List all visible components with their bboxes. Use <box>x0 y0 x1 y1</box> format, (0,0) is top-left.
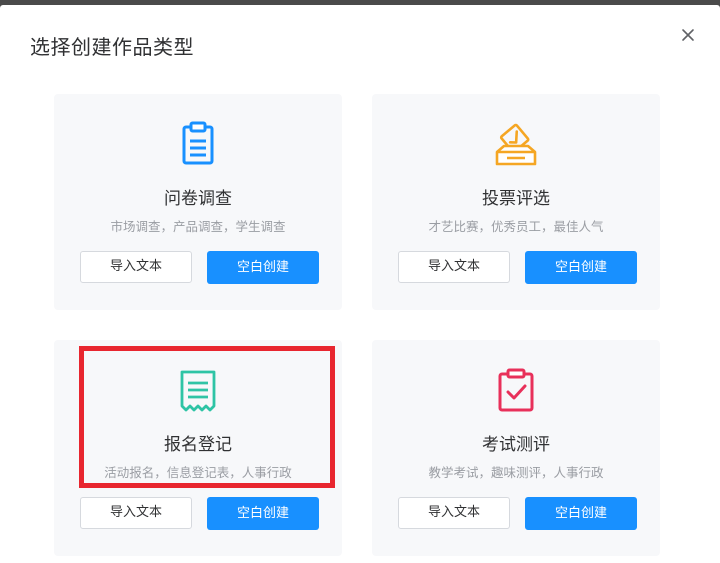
create-type-dialog: 选择创建作品类型 问卷调查 市场调查，产品调查，学生调查 导入文本 空白创建 投… <box>0 5 720 563</box>
blank-create-button[interactable]: 空白创建 <box>525 497 637 530</box>
card-title: 投票评选 <box>482 189 550 209</box>
card-description: 市场调查，产品调查，学生调查 <box>110 219 286 234</box>
import-text-button[interactable]: 导入文本 <box>398 251 510 283</box>
import-text-button[interactable]: 导入文本 <box>80 251 192 283</box>
card-vote[interactable]: 投票评选 才艺比赛，优秀员工，最佳人气 导入文本 空白创建 <box>372 94 660 310</box>
card-survey[interactable]: 问卷调查 市场调查，产品调查，学生调查 导入文本 空白创建 <box>54 94 342 310</box>
card-description: 才艺比赛，优秀员工，最佳人气 <box>428 219 604 234</box>
import-text-button[interactable]: 导入文本 <box>80 497 192 529</box>
import-text-button[interactable]: 导入文本 <box>398 497 510 529</box>
blank-create-button[interactable]: 空白创建 <box>207 251 319 284</box>
blank-create-button[interactable]: 空白创建 <box>207 497 319 530</box>
card-registration[interactable]: 报名登记 活动报名，信息登记表，人事行政 导入文本 空白创建 <box>54 340 342 556</box>
card-title: 考试测评 <box>482 435 550 455</box>
clipboard-check-icon <box>494 366 538 414</box>
ballot-box-icon <box>494 120 538 168</box>
card-title: 报名登记 <box>164 435 232 455</box>
clipboard-list-icon <box>176 120 220 168</box>
blank-create-button[interactable]: 空白创建 <box>525 251 637 284</box>
card-title: 问卷调查 <box>164 189 232 209</box>
card-exam[interactable]: 考试测评 教学考试，趣味测评，人事行政 导入文本 空白创建 <box>372 340 660 556</box>
close-icon[interactable] <box>676 23 700 47</box>
dialog-title: 选择创建作品类型 <box>30 35 194 59</box>
card-description: 教学考试，趣味测评，人事行政 <box>428 465 604 480</box>
card-description: 活动报名，信息登记表，人事行政 <box>104 465 292 480</box>
receipt-icon <box>176 366 220 414</box>
